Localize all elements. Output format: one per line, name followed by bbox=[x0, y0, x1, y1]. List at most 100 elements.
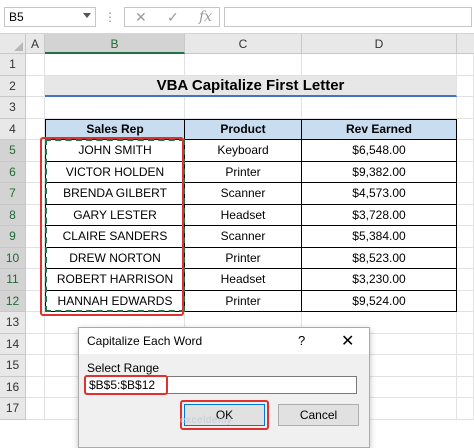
empty-cell[interactable] bbox=[185, 54, 302, 76]
empty-cell[interactable] bbox=[185, 97, 302, 119]
empty-cell[interactable] bbox=[45, 54, 185, 76]
chevron-down-icon[interactable] bbox=[83, 13, 91, 18]
row-header-6[interactable]: 6 bbox=[0, 161, 26, 183]
row-header-2[interactable]: 2 bbox=[0, 75, 26, 97]
header-product[interactable]: Product bbox=[185, 118, 302, 140]
empty-cell[interactable] bbox=[457, 355, 474, 377]
cell-sales-rep[interactable]: HANNAH EDWARDS bbox=[45, 290, 185, 312]
sheet-title[interactable]: VBA Capitalize First Letter bbox=[45, 75, 457, 97]
enter-icon[interactable]: ✓ bbox=[167, 9, 179, 26]
empty-cell[interactable] bbox=[26, 290, 45, 312]
row-header-8[interactable]: 8 bbox=[0, 204, 26, 226]
cell-product[interactable]: Printer bbox=[185, 290, 302, 312]
empty-cell[interactable] bbox=[26, 312, 45, 334]
row-header-13[interactable]: 13 bbox=[0, 312, 26, 334]
cell-product[interactable]: Headset bbox=[185, 204, 302, 226]
cell-product[interactable]: Printer bbox=[185, 161, 302, 183]
empty-cell[interactable] bbox=[26, 54, 45, 76]
empty-cell[interactable] bbox=[26, 355, 45, 377]
empty-cell[interactable] bbox=[457, 54, 474, 76]
empty-cell[interactable] bbox=[457, 398, 474, 420]
row-header-14[interactable]: 14 bbox=[0, 333, 26, 355]
cell-rev-earned[interactable]: $4,573.00 bbox=[302, 183, 457, 205]
empty-cell[interactable] bbox=[457, 247, 474, 269]
row-header-12[interactable]: 12 bbox=[0, 290, 26, 312]
empty-cell[interactable] bbox=[45, 97, 185, 119]
cell-sales-rep[interactable]: ROBERT HARRISON bbox=[45, 269, 185, 291]
empty-cell[interactable] bbox=[457, 183, 474, 205]
empty-cell[interactable] bbox=[26, 118, 45, 140]
cell-sales-rep[interactable]: VICTOR HOLDEN bbox=[45, 161, 185, 183]
empty-cell[interactable] bbox=[26, 204, 45, 226]
row-header-16[interactable]: 16 bbox=[0, 376, 26, 398]
empty-cell[interactable] bbox=[457, 226, 474, 248]
row-header-9[interactable]: 9 bbox=[0, 226, 26, 248]
empty-cell[interactable] bbox=[457, 312, 474, 334]
empty-cell[interactable] bbox=[457, 333, 474, 355]
empty-cell[interactable] bbox=[26, 140, 45, 162]
row-header-10[interactable]: 10 bbox=[0, 247, 26, 269]
cell-rev-earned[interactable]: $8,523.00 bbox=[302, 247, 457, 269]
header-sales-rep[interactable]: Sales Rep bbox=[45, 118, 185, 140]
empty-cell[interactable] bbox=[26, 97, 45, 119]
help-icon[interactable]: ? bbox=[298, 333, 305, 348]
row-header-17[interactable]: 17 bbox=[0, 398, 26, 420]
empty-cell[interactable] bbox=[457, 97, 474, 119]
cell-rev-earned[interactable]: $3,230.00 bbox=[302, 269, 457, 291]
empty-cell[interactable] bbox=[457, 140, 474, 162]
row-header-3[interactable]: 3 bbox=[0, 97, 26, 119]
row-header-11[interactable]: 11 bbox=[0, 269, 26, 291]
cell-rev-earned[interactable]: $6,548.00 bbox=[302, 140, 457, 162]
insert-function-icon[interactable]: fx bbox=[199, 9, 212, 25]
empty-cell[interactable] bbox=[302, 97, 457, 119]
column-header-d[interactable]: D bbox=[302, 34, 457, 54]
cell-product[interactable]: Keyboard bbox=[185, 140, 302, 162]
cancel-button[interactable]: Cancel bbox=[278, 404, 359, 426]
row-header-15[interactable]: 15 bbox=[0, 355, 26, 377]
select-all-corner[interactable] bbox=[0, 34, 26, 54]
cell-sales-rep[interactable]: GARY LESTER bbox=[45, 204, 185, 226]
header-rev-earned[interactable]: Rev Earned bbox=[302, 118, 457, 140]
cell-sales-rep[interactable]: BRENDA GILBERT bbox=[45, 183, 185, 205]
cell-sales-rep[interactable]: DREW NORTON bbox=[45, 247, 185, 269]
empty-cell[interactable] bbox=[26, 183, 45, 205]
cell-sales-rep[interactable]: CLAIRE SANDERS bbox=[45, 226, 185, 248]
cell-product[interactable]: Scanner bbox=[185, 183, 302, 205]
cell-product[interactable]: Printer bbox=[185, 247, 302, 269]
cell-rev-earned[interactable]: $9,382.00 bbox=[302, 161, 457, 183]
formula-input[interactable] bbox=[224, 7, 472, 27]
row-header-4[interactable]: 4 bbox=[0, 118, 26, 140]
cell-sales-rep[interactable]: JOHN SMITH bbox=[45, 140, 185, 162]
empty-cell[interactable] bbox=[26, 226, 45, 248]
empty-cell[interactable] bbox=[302, 54, 457, 76]
empty-cell[interactable] bbox=[457, 161, 474, 183]
column-header-b[interactable]: B bbox=[45, 34, 185, 54]
cell-rev-earned[interactable]: $3,728.00 bbox=[302, 204, 457, 226]
empty-cell[interactable] bbox=[26, 161, 45, 183]
row-header-1[interactable]: 1 bbox=[0, 54, 26, 76]
empty-cell[interactable] bbox=[26, 75, 45, 97]
empty-cell[interactable] bbox=[26, 376, 45, 398]
empty-cell[interactable] bbox=[26, 398, 45, 420]
column-header-c[interactable]: C bbox=[185, 34, 302, 54]
column-header-a[interactable]: A bbox=[26, 34, 45, 54]
row-header-5[interactable]: 5 bbox=[0, 140, 26, 162]
empty-cell[interactable] bbox=[26, 247, 45, 269]
empty-cell[interactable] bbox=[457, 75, 474, 97]
empty-cell[interactable] bbox=[457, 290, 474, 312]
cell-rev-earned[interactable]: $9,524.00 bbox=[302, 290, 457, 312]
empty-cell[interactable] bbox=[457, 269, 474, 291]
row-header-7[interactable]: 7 bbox=[0, 183, 26, 205]
drag-handle-icon[interactable]: ⋮ bbox=[104, 10, 117, 24]
empty-cell[interactable] bbox=[26, 269, 45, 291]
cancel-icon[interactable]: ✕ bbox=[135, 9, 147, 26]
cell-product[interactable]: Scanner bbox=[185, 226, 302, 248]
empty-cell[interactable] bbox=[457, 204, 474, 226]
name-box[interactable]: B5 bbox=[4, 7, 96, 27]
cell-rev-earned[interactable]: $5,384.00 bbox=[302, 226, 457, 248]
empty-cell[interactable] bbox=[26, 333, 45, 355]
empty-cell[interactable] bbox=[457, 118, 474, 140]
range-input[interactable]: $B$5:$B$12 bbox=[85, 376, 357, 394]
cell-product[interactable]: Headset bbox=[185, 269, 302, 291]
close-icon[interactable]: ✕ bbox=[341, 331, 354, 351]
